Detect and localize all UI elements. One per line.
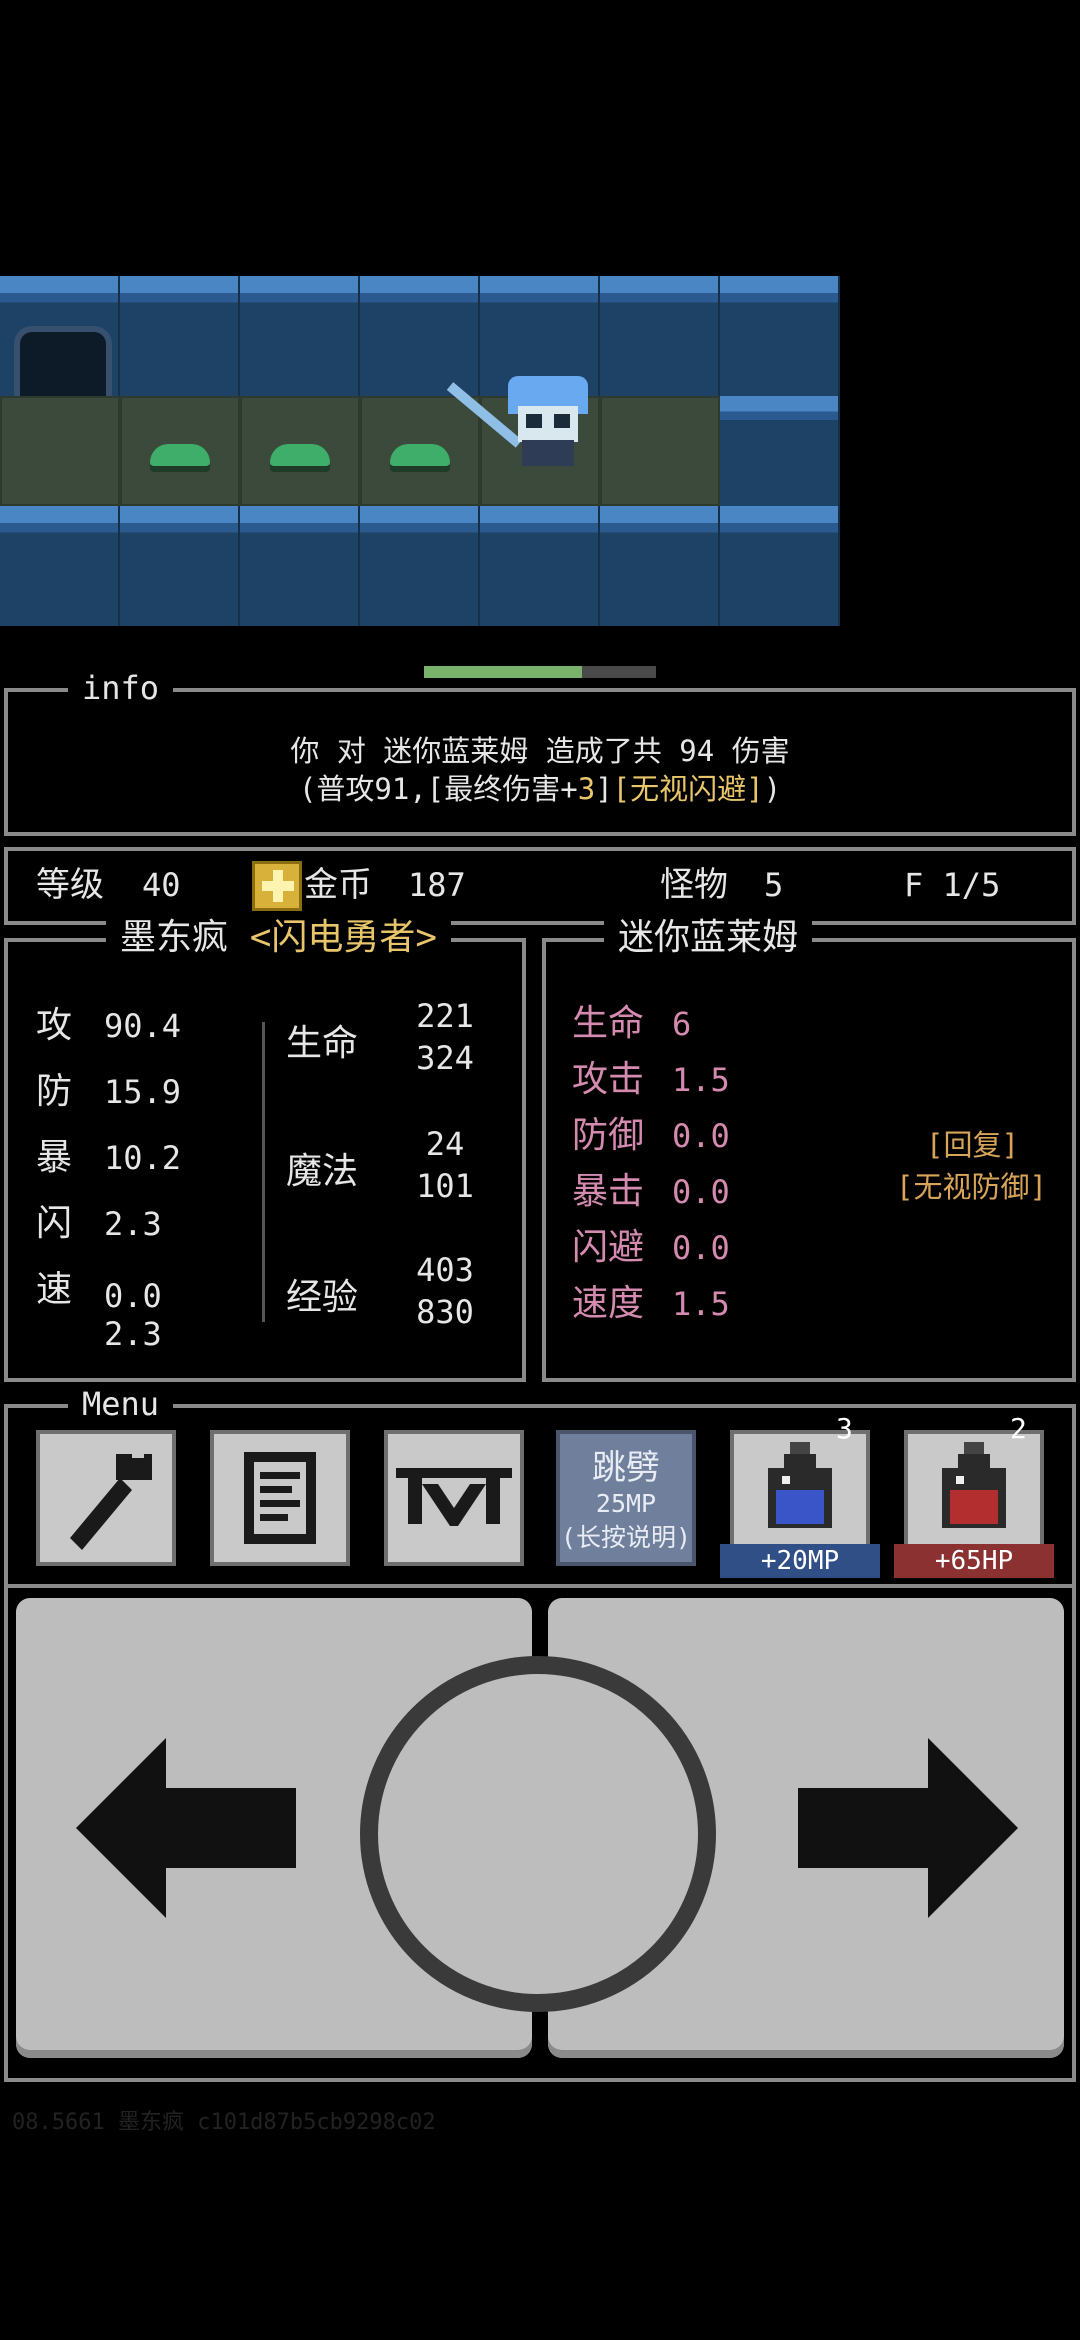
- mp-potion-count: 3: [836, 1412, 853, 1445]
- stat-defense-label: 防: [36, 1071, 73, 1112]
- enemy-attack-value: 1.5: [672, 1061, 730, 1099]
- log-button[interactable]: [210, 1430, 350, 1566]
- exp-max: 830: [416, 1293, 474, 1331]
- info-line-2-prefix: (普攻91,[最终伤害+: [298, 772, 578, 806]
- exp-current: 403: [416, 1251, 474, 1289]
- wrench-icon: [70, 1446, 152, 1550]
- hp-max: 324: [416, 1039, 474, 1077]
- enemy-crit-value: 0.0: [672, 1173, 730, 1211]
- hero-title: <闪电勇者>: [249, 917, 438, 958]
- skill-hint: (长按说明): [560, 1523, 692, 1552]
- bottom-wall: [0, 506, 840, 626]
- level-value: 40: [142, 866, 181, 904]
- red-potion-icon: [942, 1442, 1006, 1528]
- enemy-trait-regen: [回复]: [926, 1128, 1019, 1162]
- stat-attack-value: 90.4: [104, 1007, 182, 1045]
- ignore-dodge-tag: [无视闪避]: [612, 772, 764, 806]
- enemy-attack-label: 攻击: [572, 1059, 645, 1100]
- enemy-dodge-label: 闪避: [572, 1227, 645, 1268]
- build-id-text: 08.5661 墨东疯 c101d87b5cb9298c02: [12, 2110, 436, 2135]
- enemy-hp-label: 生命: [572, 1003, 645, 1044]
- document-icon: [244, 1452, 316, 1544]
- exp-label: 经验: [286, 1277, 359, 1318]
- mp-label: 魔法: [286, 1151, 359, 1192]
- blue-potion-icon: [768, 1442, 832, 1528]
- enemy-hp-value: 6: [672, 1005, 692, 1043]
- stat-dodge-value: 2.3: [104, 1205, 162, 1243]
- menu-title: Menu: [68, 1386, 174, 1422]
- enemy-defense-value: 0.0: [672, 1117, 730, 1155]
- action-button[interactable]: [360, 1656, 716, 2012]
- stat-speed-extra: 2.3: [104, 1315, 162, 1353]
- gold-value: 187: [408, 866, 466, 904]
- turn-progress-fill: [424, 666, 582, 678]
- floor-indicator: F 1/5: [904, 866, 1001, 904]
- slime-enemy: [270, 444, 330, 466]
- enemy-name: 迷你蓝莱姆: [604, 918, 813, 958]
- monster-label: 怪物: [660, 865, 728, 905]
- hp-potion-count: 2: [1010, 1412, 1027, 1445]
- dungeon-door: [14, 326, 112, 402]
- level-label: 等级: [36, 865, 104, 905]
- hero-stats-panel: 墨东疯 <闪电勇者> 攻 90.4 防 15.9 暴 10.2 闪 2.3 速 …: [4, 918, 526, 1382]
- stats-divider: [262, 1022, 265, 1322]
- hp-potion-button[interactable]: [904, 1430, 1044, 1548]
- turn-progress-bar: [424, 666, 656, 678]
- mp-max: 101: [416, 1167, 474, 1205]
- gold-label: 金币: [304, 865, 372, 905]
- enemy-crit-label: 暴击: [572, 1171, 645, 1212]
- skill-cost: 25MP: [595, 1489, 657, 1518]
- enemy-stats-panel: 迷你蓝莱姆 生命 6 攻击 1.5 防御 0.0 暴击 0.0 闪避 0.0 速…: [542, 918, 1076, 1382]
- info-title: info: [68, 670, 174, 706]
- info-line-2-mid: ]: [595, 772, 613, 806]
- info-line-2: (普攻91,[最终伤害+3][无视闪避]): [8, 766, 1072, 808]
- hero-name: 墨东疯: [120, 917, 229, 958]
- map-button[interactable]: [384, 1430, 524, 1566]
- slime-enemy: [150, 444, 210, 466]
- stat-crit-value: 10.2: [104, 1139, 182, 1177]
- hero-sprite: [508, 376, 588, 466]
- mp-potion-button[interactable]: [730, 1430, 870, 1548]
- gold-coin-icon: [252, 861, 302, 911]
- hp-potion-label: +65HP: [894, 1544, 1054, 1578]
- enemy-defense-label: 防御: [572, 1115, 645, 1156]
- slime-enemy: [390, 444, 450, 466]
- info-line-1: 你 对 迷你蓝莱姆 造成了共 94 伤害: [290, 734, 790, 768]
- stat-speed-value: 0.0: [104, 1277, 162, 1315]
- skill-button[interactable]: 跳劈 25MP (长按说明): [556, 1430, 696, 1566]
- bonus-damage-value: 3: [577, 772, 596, 806]
- enemy-speed-label: 速度: [572, 1283, 645, 1324]
- enemy-dodge-value: 0.0: [672, 1229, 730, 1267]
- stat-speed-label: 速: [36, 1269, 73, 1310]
- skill-name: 跳劈: [592, 1448, 660, 1488]
- hero-header: 墨东疯 <闪电勇者>: [106, 917, 452, 958]
- status-bar: 等级 40 金币 187 怪物 5 F 1/5: [4, 847, 1076, 925]
- settings-button[interactable]: [36, 1430, 176, 1566]
- hp-label: 生命: [286, 1023, 359, 1064]
- mp-current: 24: [425, 1125, 465, 1163]
- enemy-speed-value: 1.5: [672, 1285, 730, 1323]
- dungeon-view: [0, 276, 840, 626]
- mp-potion-label: +20MP: [720, 1544, 880, 1578]
- stat-defense-value: 15.9: [104, 1073, 182, 1111]
- monster-count: 5: [764, 866, 784, 904]
- stat-attack-label: 攻: [36, 1005, 73, 1046]
- map-icon: [396, 1468, 512, 1526]
- info-panel: info 你 对 迷你蓝莱姆 造成了共 94 伤害 (普攻91,[最终伤害+3]…: [4, 670, 1076, 836]
- stat-crit-label: 暴: [36, 1137, 73, 1178]
- info-line-2-suffix: ): [763, 772, 782, 806]
- enemy-trait-ignore-defense: [无视防御]: [896, 1170, 1047, 1204]
- hp-current: 221: [416, 997, 474, 1035]
- stat-dodge-label: 闪: [36, 1203, 73, 1244]
- left-arrow-icon: [76, 1738, 296, 1918]
- right-arrow-icon: [798, 1738, 1018, 1918]
- top-wall: [0, 276, 840, 396]
